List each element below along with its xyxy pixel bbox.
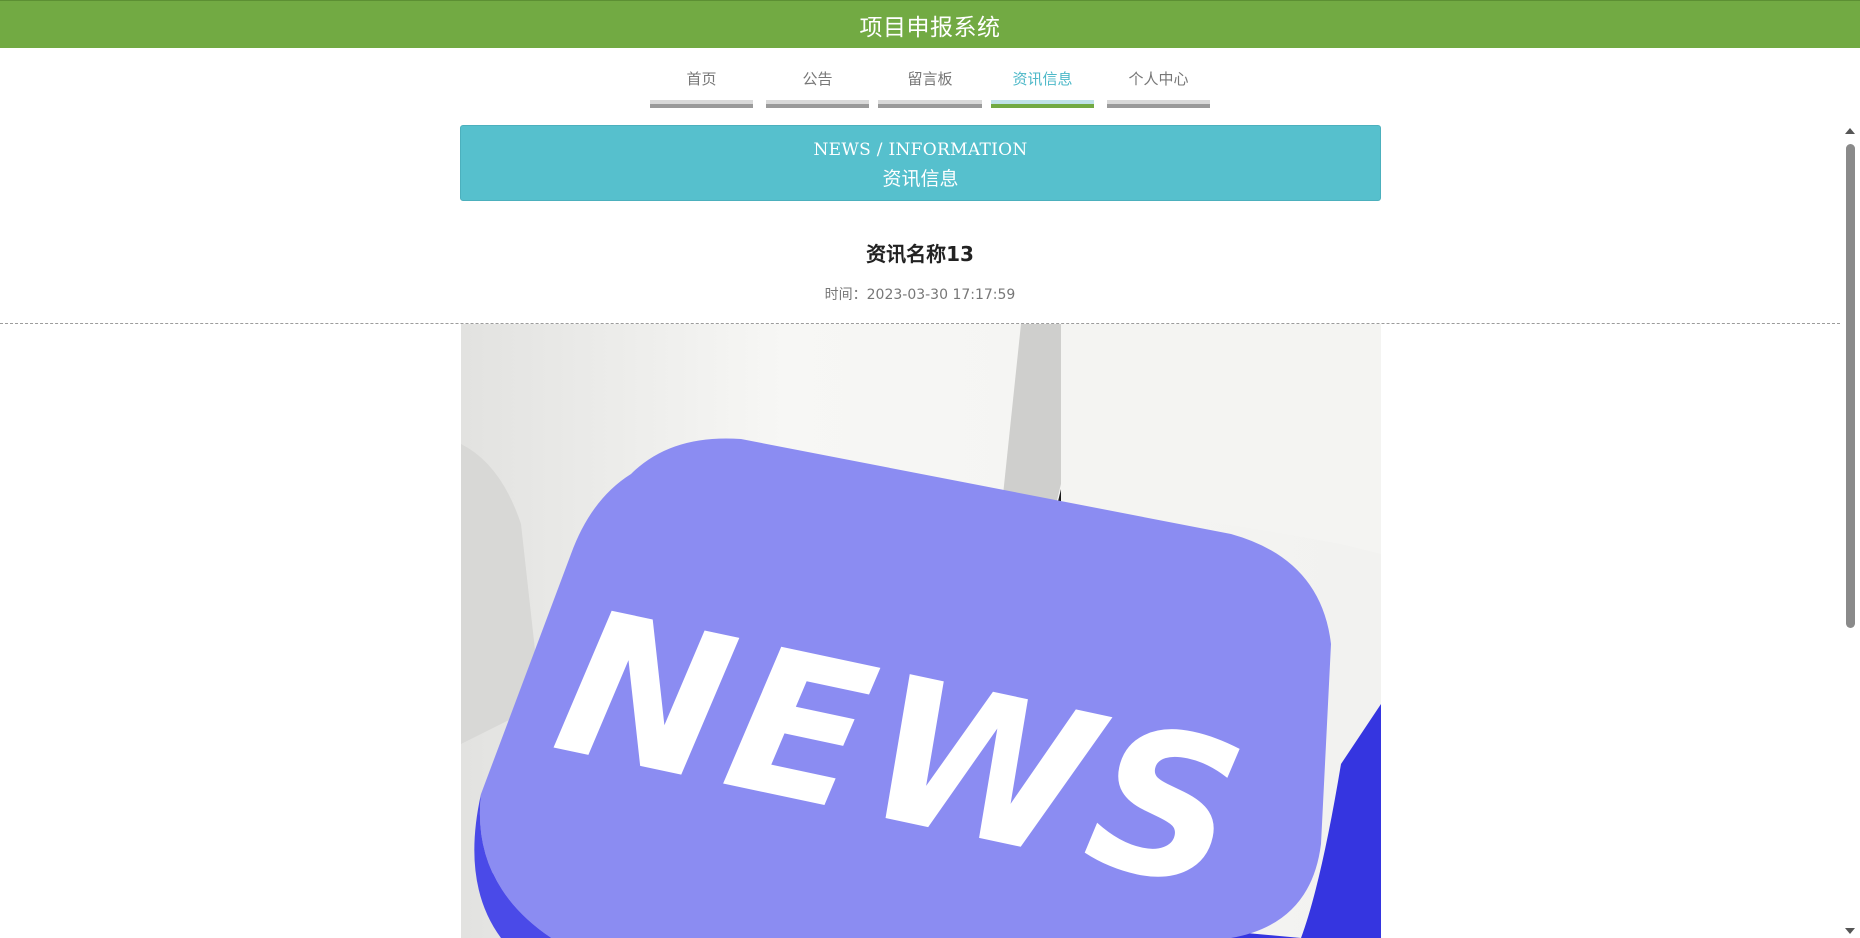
header-bar: 项目申报系统 — [0, 0, 1860, 48]
scroll-up-arrow-icon[interactable] — [1845, 128, 1855, 134]
nav-item-message-board[interactable]: 留言板 — [878, 66, 982, 108]
news-key-illustration: NEWS — [461, 324, 1381, 938]
site-title: 项目申报系统 — [859, 14, 1001, 41]
scroll-down-arrow-icon[interactable] — [1845, 928, 1855, 934]
scroll-thumb[interactable] — [1846, 144, 1855, 628]
banner-chinese-title: 资讯信息 — [882, 168, 959, 190]
nav-item-label: 公告 — [802, 70, 833, 88]
nav-item-label: 首页 — [686, 70, 717, 88]
main-nav: 首页 公告 留言板 资讯信息 个人中心 — [0, 66, 1860, 108]
nav-item-underline — [1107, 100, 1210, 108]
nav-item-news[interactable]: 资讯信息 — [991, 66, 1094, 108]
nav-item-home[interactable]: 首页 — [650, 66, 753, 108]
nav-item-underline — [766, 100, 869, 108]
page: 项目申报系统 首页 公告 留言板 资讯信息 个人中心 NEWS / INFORM… — [0, 0, 1860, 938]
nav-item-notice[interactable]: 公告 — [766, 66, 869, 108]
vertical-scrollbar[interactable] — [1840, 124, 1860, 938]
article-image: NEWS — [461, 324, 1381, 938]
nav-item-underline — [650, 100, 753, 108]
article-time: 时间：2023-03-30 17:17:59 — [824, 287, 1016, 303]
nav-item-personal-center[interactable]: 个人中心 — [1107, 66, 1210, 108]
nav-item-underline — [991, 100, 1094, 108]
nav-item-underline — [878, 100, 982, 108]
nav-item-label: 留言板 — [907, 70, 953, 88]
nav-item-label: 个人中心 — [1128, 70, 1189, 88]
banner-english-title: NEWS / INFORMATION — [813, 140, 1028, 160]
article-title: 资讯名称13 — [866, 242, 974, 266]
nav-item-label: 资讯信息 — [1012, 70, 1073, 88]
section-banner: NEWS / INFORMATION 资讯信息 — [460, 125, 1381, 201]
